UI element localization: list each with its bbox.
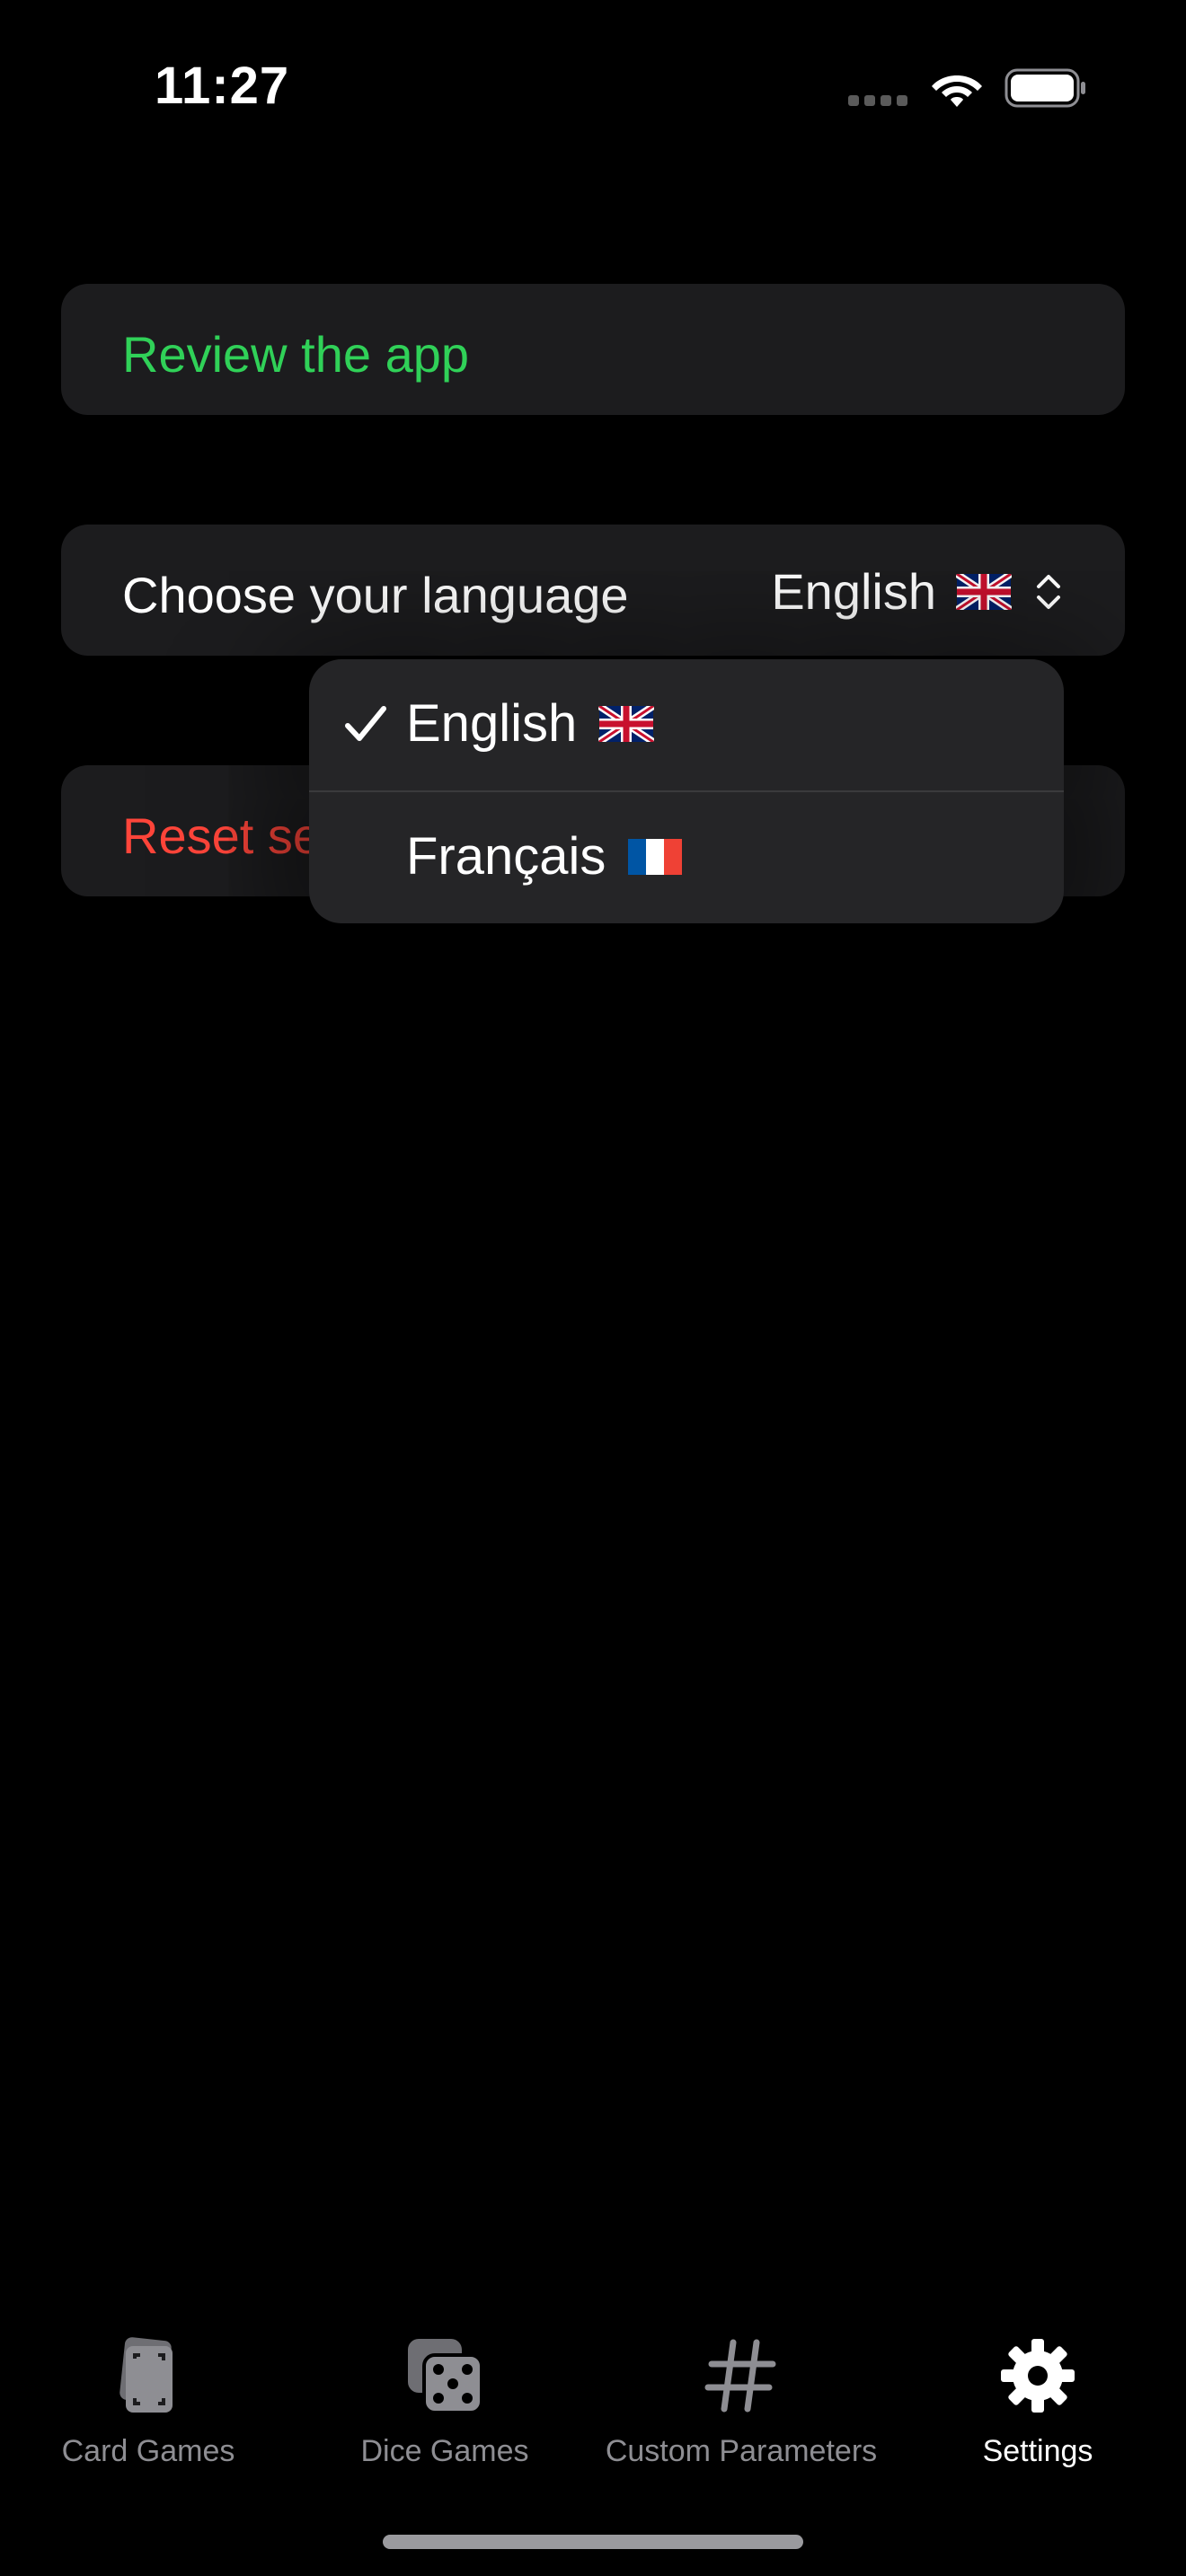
tab-label: Custom Parameters: [605, 2434, 878, 2468]
status-time: 11:27: [155, 57, 290, 115]
dice-icon: [408, 2339, 483, 2414]
review-app-row[interactable]: Review the app: [61, 284, 1125, 415]
tab-label: Dice Games: [360, 2434, 529, 2468]
uk-flag-icon: [956, 573, 1012, 610]
tab-custom-parameters[interactable]: Custom Parameters: [593, 2335, 890, 2479]
language-picker[interactable]: English: [771, 562, 1064, 621]
language-row[interactable]: Choose your language English: [61, 525, 1125, 656]
tab-label: Card Games: [61, 2434, 235, 2468]
review-app-label: Review the app: [122, 326, 470, 383]
home-indicator: [383, 2535, 803, 2549]
wifi-icon: [932, 75, 982, 107]
tab-label: Settings: [982, 2434, 1093, 2468]
language-value: English: [771, 563, 936, 620]
cards-icon: [119, 2337, 173, 2413]
tab-dice-games[interactable]: Dice Games: [296, 2335, 593, 2479]
checkmark-icon: [345, 706, 386, 741]
menu-item-english[interactable]: English: [309, 659, 1064, 790]
cellular-signal-icon: [848, 95, 909, 106]
uk-flag-icon: [598, 705, 655, 742]
tab-settings[interactable]: Settings: [890, 2335, 1186, 2479]
gear-icon: [1001, 2339, 1075, 2413]
language-menu: English Français: [309, 659, 1064, 923]
menu-item-label: Français: [406, 827, 606, 886]
menu-item-label: English: [406, 694, 578, 753]
battery-icon: [1005, 68, 1085, 108]
chevron-up-down-icon: [1037, 574, 1060, 609]
language-label: Choose your language: [122, 567, 629, 623]
tab-card-games[interactable]: Card Games: [0, 2335, 296, 2479]
menu-item-francais[interactable]: Français: [309, 792, 1064, 923]
france-flag-icon: [628, 838, 683, 875]
number-sign-icon: [704, 2339, 776, 2413]
